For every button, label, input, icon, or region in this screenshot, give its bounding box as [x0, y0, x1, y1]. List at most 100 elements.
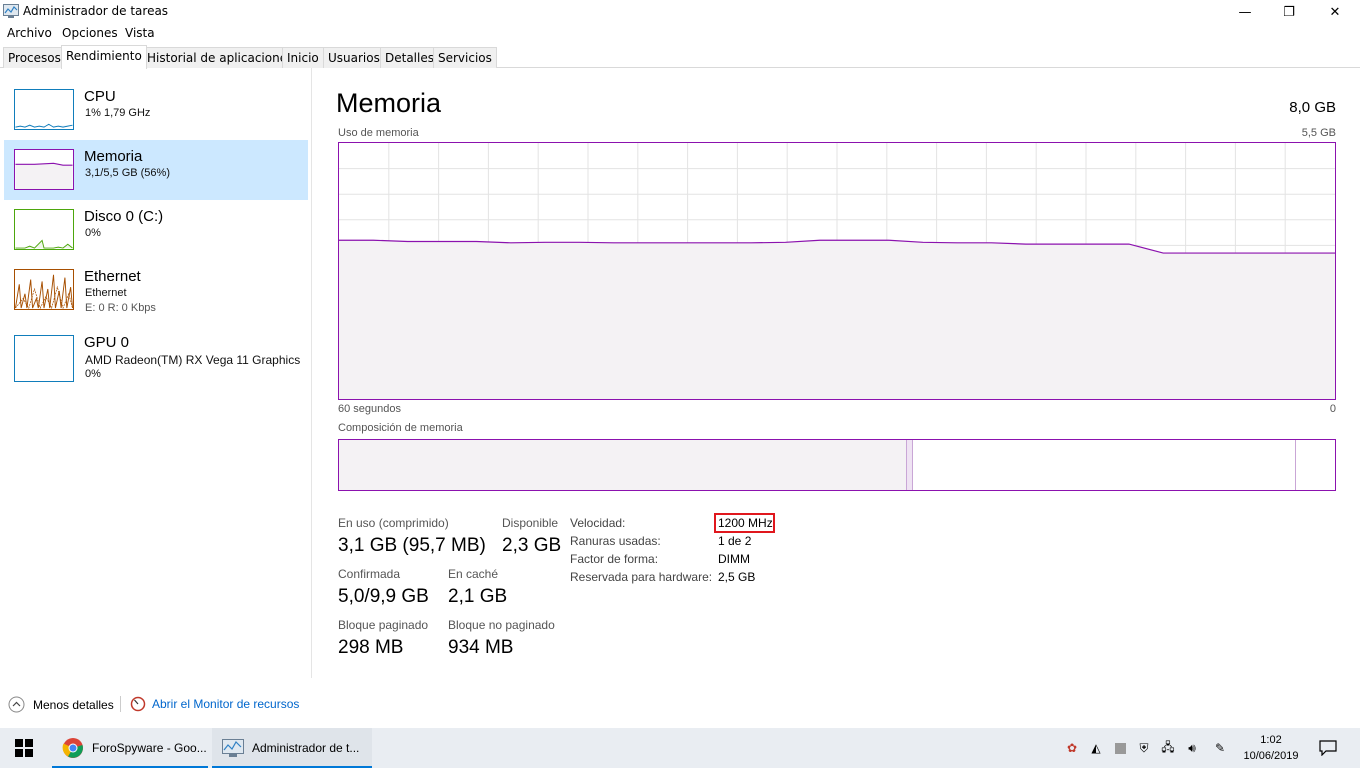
taskbar-task-manager[interactable]: Administrador de t...: [212, 728, 372, 768]
ethernet-label: Ethernet: [84, 268, 141, 285]
chrome-icon: [62, 738, 83, 758]
resource-monitor-icon: [130, 696, 146, 712]
available-label: Disponible: [502, 516, 559, 530]
form-factor-label: Factor de forma:: [570, 552, 659, 566]
tab-rendimiento[interactable]: Rendimiento: [61, 45, 147, 69]
resource-item-cpu[interactable]: CPU 1% 1,79 GHz: [4, 80, 308, 140]
committed-label: Confirmada: [338, 567, 401, 581]
tab-strip: Procesos Rendimiento Historial de aplica…: [0, 45, 1360, 69]
taskbar-task-manager-label: Administrador de t...: [252, 741, 360, 755]
graph-time-end: 0: [1329, 403, 1336, 415]
composition-standby: [912, 440, 1297, 490]
paged-pool-label: Bloque paginado: [338, 618, 429, 632]
paged-pool-value: 298 MB: [338, 637, 404, 658]
available-value: 2,3 GB: [502, 535, 562, 556]
menu-vista[interactable]: Vista: [125, 26, 155, 40]
window-title: Administrador de tareas: [23, 4, 169, 18]
form-factor-value: DIMM: [718, 552, 750, 566]
close-button[interactable]: ✕: [1312, 0, 1358, 24]
gpu-thumbnail-graph: [14, 335, 74, 382]
hardware-reserved-value: 2,5 GB: [718, 570, 756, 584]
tab-detalles[interactable]: Detalles: [380, 47, 439, 68]
cached-value: 2,1 GB: [448, 586, 508, 607]
tab-servicios[interactable]: Servicios: [433, 47, 497, 68]
menu-archivo[interactable]: Archivo: [7, 26, 52, 40]
windows-logo-icon: [15, 739, 33, 757]
hardware-reserved-label: Reservada para hardware:: [570, 570, 713, 584]
close-icon: ✕: [1329, 4, 1341, 20]
composition-label: Composición de memoria: [338, 422, 463, 434]
clock-time: 1:02: [1260, 734, 1282, 746]
slots-value: 1 de 2: [718, 534, 752, 548]
tray-square-icon[interactable]: [1112, 740, 1128, 756]
less-details-label: Menos detalles: [33, 697, 114, 712]
taskbar-chrome-label: ForoSpyware - Goo...: [92, 741, 207, 755]
tray-volume-icon[interactable]: 🔊︎: [1184, 740, 1200, 756]
footer-divider: [120, 696, 121, 712]
minimize-icon: —: [1238, 4, 1252, 20]
minimize-button[interactable]: —: [1222, 0, 1268, 24]
tab-historial[interactable]: Historial de aplicaciones: [142, 47, 299, 68]
taskbar-chrome[interactable]: ForoSpyware - Goo...: [52, 728, 208, 768]
clock[interactable]: 1:02 10/06/2019: [1238, 732, 1304, 764]
cpu-usage-text: 1% 1,79 GHz: [85, 107, 151, 119]
resource-monitor-label: Abrir el Monitor de recursos: [152, 697, 300, 711]
speed-label: Velocidad:: [570, 516, 626, 530]
menu-opciones[interactable]: Opciones: [62, 26, 118, 40]
in-use-value: 3,1 GB (95,7 MB): [338, 535, 486, 556]
less-details-button[interactable]: Menos detalles: [8, 696, 114, 713]
tray-app-icon[interactable]: ✿: [1064, 740, 1080, 756]
memory-thumbnail-graph: [14, 149, 74, 190]
resource-item-gpu[interactable]: GPU 0 AMD Radeon(TM) RX Vega 11 Graphics…: [4, 326, 308, 386]
gpu-model-text: AMD Radeon(TM) RX Vega 11 Graphics: [85, 353, 301, 367]
composition-in-use: [339, 440, 907, 490]
action-center-icon[interactable]: [1318, 740, 1338, 756]
ethernet-thumbnail-graph: [14, 269, 74, 310]
disco-label: Disco 0 (C:): [84, 208, 164, 225]
usage-graph-max: 5,5 GB: [1301, 127, 1336, 139]
in-use-label: En uso (comprimido): [338, 516, 449, 530]
ethernet-throughput-text: E: 0 R: 0 Kbps: [85, 302, 156, 314]
tray-pen-icon[interactable]: ✎: [1212, 740, 1228, 756]
tab-usuarios[interactable]: Usuarios: [323, 47, 385, 68]
disco-usage-text: 0%: [85, 227, 101, 239]
task-manager-icon: [3, 4, 19, 18]
page-title: Memoria: [336, 88, 442, 118]
maximize-button[interactable]: ❐: [1266, 0, 1312, 24]
cpu-label: CPU: [84, 88, 116, 105]
nonpaged-pool-label: Bloque no paginado: [448, 618, 555, 632]
usage-graph-label: Uso de memoria: [338, 127, 419, 139]
gpu-label: GPU 0: [84, 334, 130, 351]
resource-list: CPU 1% 1,79 GHz Memoria 3,1/5,5 GB (56%)…: [0, 68, 312, 678]
gpu-usage-text: 0%: [85, 368, 101, 380]
tray-network-activity-icon[interactable]: ◭: [1088, 740, 1104, 756]
tab-inicio[interactable]: Inicio: [282, 47, 324, 68]
graph-time-start: 60 segundos: [338, 403, 401, 415]
committed-value: 5,0/9,9 GB: [338, 586, 429, 607]
tray-shield-icon[interactable]: ⛨: [1136, 740, 1152, 756]
slots-label: Ranuras usadas:: [570, 534, 661, 548]
memoria-label: Memoria: [84, 148, 143, 165]
speed-highlight-box: [714, 513, 775, 533]
cached-label: En caché: [448, 567, 499, 581]
ethernet-adapter-text: Ethernet: [85, 287, 127, 299]
tab-procesos[interactable]: Procesos: [3, 47, 66, 68]
title-bar: Administrador de tareas — ❐ ✕: [0, 0, 1360, 24]
nonpaged-pool-value: 934 MB: [448, 637, 514, 658]
task-manager-taskbar-icon: [222, 739, 244, 757]
disk-thumbnail-graph: [14, 209, 74, 250]
menu-bar: Archivo Opciones Vista: [0, 24, 1360, 44]
resource-item-memoria[interactable]: Memoria 3,1/5,5 GB (56%): [4, 140, 308, 200]
cpu-thumbnail-graph: [14, 89, 74, 130]
resource-item-ethernet[interactable]: Ethernet Ethernet E: 0 R: 0 Kbps: [4, 260, 308, 320]
footer-bar: Menos detalles Abrir el Monitor de recur…: [0, 690, 1360, 718]
maximize-icon: ❐: [1283, 4, 1295, 20]
usage-area: [339, 240, 1335, 399]
tray-network-icon[interactable]: 🖧: [1160, 740, 1176, 756]
memoria-usage-text: 3,1/5,5 GB (56%): [85, 167, 170, 179]
start-button[interactable]: [0, 728, 48, 768]
total-memory: 8,0 GB: [1289, 99, 1336, 116]
memory-composition-bar: [338, 439, 1336, 491]
resource-monitor-link[interactable]: Abrir el Monitor de recursos: [130, 696, 299, 712]
resource-item-disco[interactable]: Disco 0 (C:) 0%: [4, 200, 308, 260]
